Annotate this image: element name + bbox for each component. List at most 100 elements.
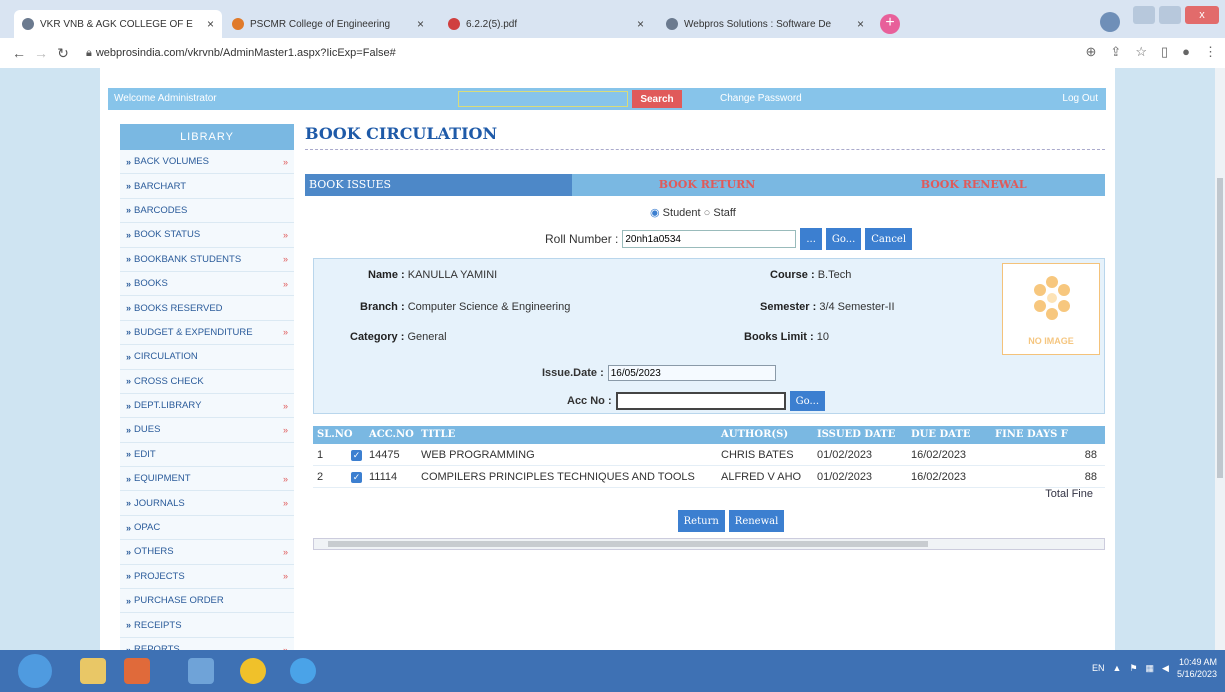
- tab-book-issues[interactable]: BOOK ISSUES: [305, 174, 572, 196]
- row-checkbox[interactable]: ✓: [351, 472, 362, 483]
- roll-number-input[interactable]: [622, 230, 797, 248]
- sidebar-item-label: BARCHART: [134, 180, 187, 192]
- browser-tab-4[interactable]: Webpros Solutions : Software De ×: [658, 10, 872, 38]
- media-player-icon[interactable]: [124, 658, 150, 684]
- lock-icon: 🔒︎: [86, 46, 92, 59]
- sidebar-item[interactable]: » EDIT: [120, 442, 294, 468]
- tab-book-renewal[interactable]: BOOK RENEWAL: [838, 174, 1105, 196]
- url-field[interactable]: 🔒︎ webprosindia.com/vkrvnb/AdminMaster1.a…: [86, 47, 396, 60]
- side-panel-icon[interactable]: ▯: [1161, 44, 1168, 60]
- file-explorer-icon[interactable]: [80, 658, 106, 684]
- books-limit-field: Books Limit : 10: [744, 331, 829, 343]
- table-horizontal-scrollbar[interactable]: [313, 538, 1105, 550]
- sidebar-item[interactable]: » CROSS CHECK: [120, 369, 294, 394]
- sidebar-item-label: BARCODES: [134, 204, 188, 216]
- volume-icon[interactable]: ◀: [1162, 663, 1169, 674]
- renewal-button[interactable]: Renewal: [728, 510, 785, 532]
- start-button-icon[interactable]: [18, 654, 52, 688]
- tab-book-return[interactable]: BOOK RETURN: [572, 174, 839, 196]
- sidebar-item[interactable]: » BOOKBANK STUDENTS»: [120, 247, 294, 272]
- reload-icon[interactable]: ↻: [52, 45, 74, 62]
- student-radio[interactable]: ◉: [650, 207, 660, 219]
- clock[interactable]: 10:49 AM 5/16/2023: [1177, 656, 1217, 680]
- search-button[interactable]: Search: [632, 90, 682, 108]
- maximize-icon[interactable]: [1159, 6, 1181, 24]
- internet-explorer-icon[interactable]: [290, 658, 316, 684]
- change-password-link[interactable]: Change Password: [720, 93, 802, 104]
- sidebar-item-label: EDIT: [134, 448, 156, 460]
- return-button[interactable]: Return: [677, 510, 725, 532]
- sidebar-item-label: BUDGET & EXPENDITURE: [134, 326, 253, 338]
- language-indicator[interactable]: EN: [1092, 663, 1105, 673]
- row-checkbox[interactable]: ✓: [351, 450, 362, 461]
- acc-go-button[interactable]: Go...: [789, 391, 825, 411]
- close-tab-icon[interactable]: ×: [417, 17, 424, 31]
- sidebar-item[interactable]: » OPAC: [120, 515, 294, 541]
- tray-arrow-icon[interactable]: ▲: [1113, 663, 1122, 673]
- zoom-icon[interactable]: ⊕: [1086, 44, 1097, 60]
- share-icon[interactable]: ⇪: [1110, 44, 1121, 60]
- document-app-icon[interactable]: [188, 658, 214, 684]
- browser-tab-1[interactable]: VKR VNB & AGK COLLEGE OF E ×: [14, 10, 222, 38]
- acc-no-input[interactable]: [615, 392, 786, 410]
- sidebar-item-label: BOOK STATUS: [134, 229, 201, 241]
- sidebar-item[interactable]: » CIRCULATION: [120, 345, 294, 370]
- close-tab-icon[interactable]: ×: [857, 17, 864, 31]
- logout-link[interactable]: Log Out: [1062, 93, 1098, 104]
- sidebar-item[interactable]: » EQUIPMENT»: [120, 467, 294, 492]
- sidebar-item[interactable]: » BARCODES: [120, 198, 294, 224]
- sidebar-item[interactable]: » DUES»: [120, 418, 294, 443]
- page-vertical-scrollbar[interactable]: [1215, 68, 1225, 650]
- new-tab-icon[interactable]: +: [880, 14, 900, 34]
- close-window-icon[interactable]: x: [1185, 6, 1219, 24]
- welcome-text: Welcome Administrator: [114, 93, 217, 104]
- row-author: CHRIS BATES: [721, 449, 794, 461]
- menu-kebab-icon[interactable]: ⋮: [1204, 44, 1217, 60]
- sidebar-item[interactable]: » BOOK STATUS»: [120, 223, 294, 248]
- submenu-arrow-icon: »: [282, 156, 288, 167]
- tab-search-icon[interactable]: [1100, 12, 1120, 32]
- staff-radio-label: Staff: [713, 207, 736, 219]
- menu-bullet-icon: »: [126, 620, 132, 631]
- menu-bullet-icon: »: [126, 449, 132, 460]
- header-fine-days: FINE DAYS F: [995, 429, 1068, 440]
- sidebar-item[interactable]: » RECEIPTS: [120, 613, 294, 638]
- roll-number-row: Roll Number : ... Go... Cancel: [545, 228, 913, 250]
- cancel-button[interactable]: Cancel: [865, 228, 913, 250]
- close-tab-icon[interactable]: ×: [637, 17, 644, 31]
- sidebar-item[interactable]: » PURCHASE ORDER: [120, 589, 294, 614]
- sidebar-item[interactable]: » BOOKS»: [120, 271, 294, 297]
- issue-date-input[interactable]: [607, 365, 776, 381]
- sidebar-item[interactable]: » PROJECTS»: [120, 564, 294, 590]
- browse-roll-button[interactable]: ...: [800, 228, 822, 250]
- branch-field: Branch : Computer Science & Engineering: [360, 301, 571, 313]
- chrome-icon[interactable]: [240, 658, 266, 684]
- sidebar-item[interactable]: » BUDGET & EXPENDITURE»: [120, 320, 294, 346]
- minimize-icon[interactable]: [1133, 6, 1155, 24]
- flag-icon[interactable]: ⚑: [1129, 663, 1137, 674]
- sidebar-item[interactable]: » BOOKS RESERVED: [120, 296, 294, 321]
- sidebar-item[interactable]: » BACK VOLUMES»: [120, 150, 294, 175]
- profile-icon[interactable]: ●: [1182, 44, 1190, 60]
- address-bar: ← → ↻ 🔒︎ webprosindia.com/vkrvnb/AdminMas…: [0, 38, 1225, 68]
- go-button[interactable]: Go...: [825, 228, 862, 250]
- semester-field: Semester : 3/4 Semester-II: [760, 301, 895, 313]
- browser-tab-2[interactable]: PSCMR College of Engineering ×: [224, 10, 432, 38]
- search-input[interactable]: [458, 91, 628, 107]
- forward-icon[interactable]: →: [30, 45, 52, 61]
- scrollbar-thumb[interactable]: [328, 541, 928, 547]
- staff-radio[interactable]: ○: [704, 207, 711, 219]
- menu-bullet-icon: »: [126, 278, 132, 289]
- network-icon[interactable]: ▦: [1146, 663, 1155, 674]
- sidebar-item[interactable]: » OTHERS»: [120, 540, 294, 565]
- circulation-tabs: BOOK ISSUES BOOK RETURN BOOK RENEWAL: [305, 174, 1105, 196]
- sidebar-item[interactable]: » DEPT.LIBRARY»: [120, 393, 294, 419]
- bookmark-star-icon[interactable]: ☆: [1135, 44, 1147, 60]
- sidebar-item[interactable]: » JOURNALS»: [120, 491, 294, 516]
- row-author: ALFRED V AHO: [721, 471, 802, 483]
- close-tab-icon[interactable]: ×: [207, 17, 214, 31]
- back-icon[interactable]: ←: [8, 45, 30, 61]
- sidebar-item[interactable]: » BARCHART: [120, 174, 294, 199]
- browser-tab-3[interactable]: 6.2.2(5).pdf ×: [440, 10, 652, 38]
- scrollbar-thumb[interactable]: [1217, 178, 1223, 478]
